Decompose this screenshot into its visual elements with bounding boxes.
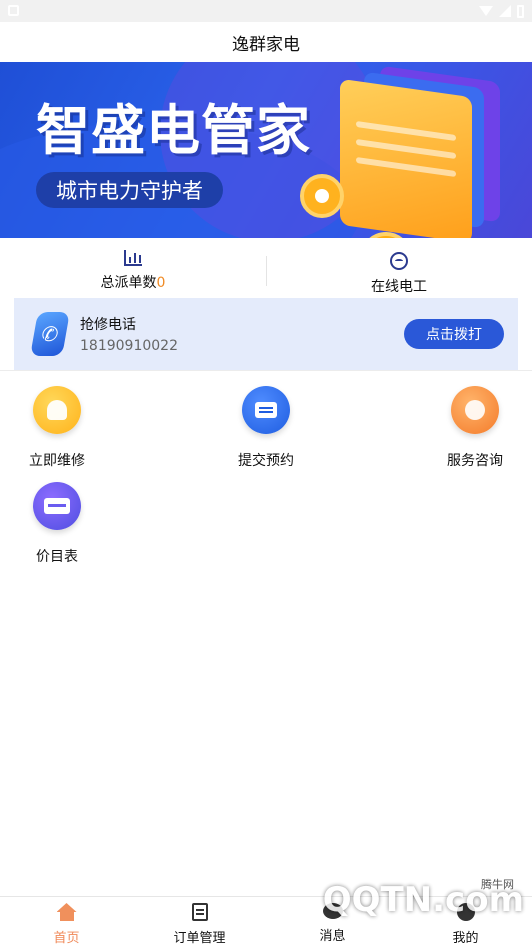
page-title: 逸群家电 — [232, 34, 300, 55]
battery-icon — [517, 4, 524, 18]
price-list-label: 价目表 — [36, 549, 78, 565]
price-list-icon — [33, 482, 81, 530]
decor-card — [340, 78, 472, 238]
dispatch-stat[interactable]: 总派单数0 — [0, 238, 266, 298]
clipboard-icon — [191, 903, 208, 921]
banner-headline: 智盛电管家 — [36, 99, 311, 162]
online-label: 在线电工 — [371, 279, 427, 295]
wifi-icon — [479, 6, 493, 16]
hotline-title: 抢修电话 — [80, 317, 136, 333]
phone-icon: ✆ — [30, 312, 70, 356]
emergency-hotline-card: ✆ 抢修电话 18190910022 点击拨打 — [14, 298, 518, 370]
repair-icon — [33, 386, 81, 434]
notification-icon — [8, 5, 19, 16]
consult-icon — [451, 386, 499, 434]
price-list-item[interactable]: 价目表 — [2, 482, 112, 566]
online-wave-icon — [390, 252, 408, 270]
home-icon — [57, 903, 77, 921]
tab-home[interactable]: 首页 — [0, 897, 133, 946]
promo-banner[interactable]: 智盛电管家 城市电力守护者 — [0, 62, 532, 238]
watermark: QQTN.com 腾牛网 — [322, 878, 524, 920]
status-bar — [0, 0, 532, 22]
divider — [266, 256, 267, 286]
hotline-number: 18190910022 — [80, 338, 178, 354]
banner-subline: 城市电力守护者 — [36, 172, 223, 208]
repair-now-label: 立即维修 — [29, 453, 85, 469]
user-coin-icon — [300, 174, 344, 218]
signal-icon — [499, 5, 511, 17]
bar-chart-icon — [124, 250, 142, 266]
call-button[interactable]: 点击拨打 — [404, 319, 504, 349]
stats-row: 总派单数0 在线电工 — [0, 238, 532, 298]
status-icons — [479, 3, 524, 19]
tab-orders[interactable]: 订单管理 — [133, 897, 266, 946]
repair-now-item[interactable]: 立即维修 — [2, 386, 112, 470]
title-bar: 逸群家电 — [0, 22, 532, 62]
online-electrician-stat[interactable]: 在线电工 — [266, 238, 532, 298]
chat-icon — [242, 386, 290, 434]
submit-booking-label: 提交预约 — [238, 453, 294, 469]
dispatch-label: 总派单数 — [100, 275, 157, 291]
submit-booking-item[interactable]: 提交预约 — [211, 386, 321, 470]
service-consult-item[interactable]: 服务咨询 — [420, 386, 530, 470]
service-consult-label: 服务咨询 — [447, 453, 503, 469]
divider — [0, 370, 532, 371]
dispatch-count: 0 — [156, 275, 166, 291]
